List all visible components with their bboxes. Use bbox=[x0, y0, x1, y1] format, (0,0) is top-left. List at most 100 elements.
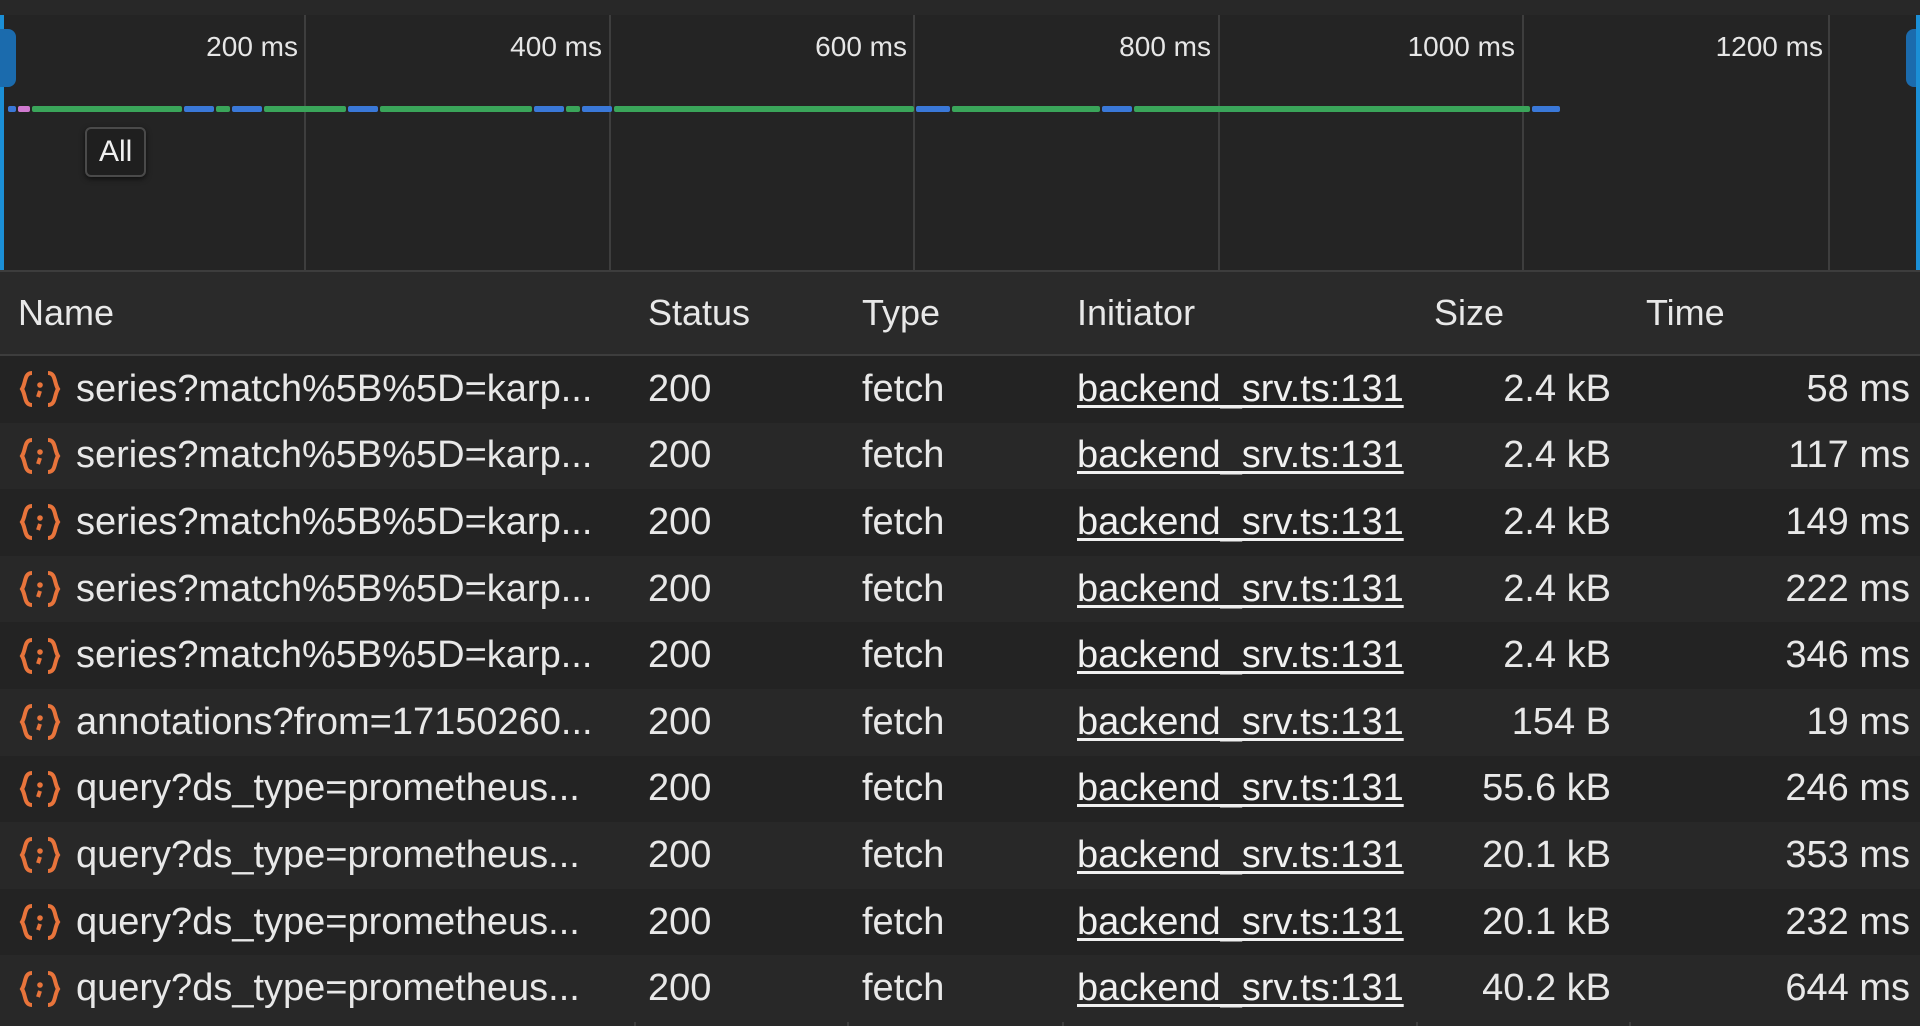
column-header-type[interactable]: Type bbox=[862, 272, 1062, 354]
initiator-link[interactable]: backend_srv.ts:131 bbox=[1077, 501, 1404, 544]
table-row[interactable]: series?match%5B%5D=karp... 200 fetch bac… bbox=[0, 555, 1920, 623]
time-cell: 232 ms bbox=[1785, 900, 1910, 943]
status-cell: 200 bbox=[648, 367, 712, 410]
status-cell: 200 bbox=[648, 500, 712, 543]
status-cell: 200 bbox=[648, 567, 712, 610]
size-cell: 154 B bbox=[1511, 700, 1611, 743]
initiator-link[interactable]: backend_srv.ts:131 bbox=[1077, 568, 1404, 611]
time-cell: 117 ms bbox=[1788, 434, 1910, 477]
grid-line bbox=[609, 15, 611, 270]
column-header-size[interactable]: Size bbox=[1418, 272, 1614, 354]
time-cell: 19 ms bbox=[1806, 700, 1910, 743]
column-header-status[interactable]: Status bbox=[648, 272, 848, 354]
request-name: query?ds_type=prometheus... bbox=[76, 833, 580, 876]
size-cell: 2.4 kB bbox=[1503, 634, 1611, 677]
initiator-link[interactable]: backend_srv.ts:131 bbox=[1077, 834, 1404, 877]
fetch-icon bbox=[19, 437, 61, 474]
table-row[interactable]: query?ds_type=prometheus... 200 fetch ba… bbox=[0, 755, 1920, 823]
range-end-line bbox=[1916, 15, 1920, 270]
tick-label: 1000 ms bbox=[1407, 31, 1515, 62]
time-cell: 346 ms bbox=[1785, 634, 1910, 677]
name-cell[interactable]: series?match%5B%5D=karp... bbox=[0, 489, 634, 556]
status-cell: 200 bbox=[648, 833, 712, 876]
timeline-segment bbox=[1134, 106, 1530, 112]
initiator-cell: backend_srv.ts:131 bbox=[1077, 689, 1417, 756]
name-cell[interactable]: series?match%5B%5D=karp... bbox=[0, 622, 634, 689]
status-cell: 200 bbox=[648, 434, 712, 477]
initiator-link[interactable]: backend_srv.ts:131 bbox=[1077, 767, 1404, 810]
initiator-cell: backend_srv.ts:131 bbox=[1077, 756, 1417, 823]
timeline-segment bbox=[566, 106, 580, 112]
name-cell[interactable]: query?ds_type=prometheus... bbox=[0, 889, 634, 956]
size-cell: 20.1 kB bbox=[1482, 833, 1611, 876]
request-name: series?match%5B%5D=karp... bbox=[76, 500, 593, 543]
table-row[interactable]: series?match%5B%5D=karp... 200 fetch bac… bbox=[0, 356, 1920, 423]
time-cell: 644 ms bbox=[1785, 967, 1910, 1010]
size-cell: 2.4 kB bbox=[1503, 567, 1611, 610]
fetch-icon bbox=[19, 904, 61, 941]
table-row[interactable]: series?match%5B%5D=karp... 200 fetch bac… bbox=[0, 422, 1920, 490]
initiator-link[interactable]: backend_srv.ts:131 bbox=[1077, 434, 1404, 477]
tick-label: 600 ms bbox=[815, 31, 907, 62]
initiator-cell: backend_srv.ts:131 bbox=[1077, 955, 1417, 1022]
type-cell: fetch bbox=[862, 434, 945, 477]
table-row[interactable]: annotations?from=17150260... 200 fetch b… bbox=[0, 688, 1920, 756]
initiator-link[interactable]: backend_srv.ts:131 bbox=[1077, 701, 1404, 744]
table-row[interactable]: series?match%5B%5D=karp... 200 fetch bac… bbox=[0, 622, 1920, 689]
initiator-link[interactable]: backend_srv.ts:131 bbox=[1077, 634, 1404, 677]
initiator-cell: backend_srv.ts:131 bbox=[1077, 423, 1417, 490]
column-header-name[interactable]: Name bbox=[0, 272, 634, 354]
size-cell: 2.4 kB bbox=[1503, 367, 1611, 410]
timeline-segment bbox=[348, 106, 378, 112]
timeline-segment bbox=[232, 106, 262, 112]
table-row[interactable]: query?ds_type=prometheus... 200 fetch ba… bbox=[0, 955, 1920, 1022]
fetch-icon bbox=[19, 637, 61, 674]
type-cell: fetch bbox=[862, 367, 945, 410]
table-body: series?match%5B%5D=karp... 200 fetch bac… bbox=[0, 356, 1920, 1022]
time-cell: 246 ms bbox=[1785, 767, 1910, 810]
type-cell: fetch bbox=[862, 634, 945, 677]
initiator-link[interactable]: backend_srv.ts:131 bbox=[1077, 967, 1404, 1010]
name-cell[interactable]: series?match%5B%5D=karp... bbox=[0, 356, 634, 423]
timeline-segment bbox=[614, 106, 914, 112]
name-cell[interactable]: series?match%5B%5D=karp... bbox=[0, 556, 634, 623]
column-header-time[interactable]: Time bbox=[1632, 272, 1912, 354]
status-cell: 200 bbox=[648, 634, 712, 677]
grid-line bbox=[1522, 15, 1524, 270]
timeline-segment bbox=[184, 106, 214, 112]
size-cell: 20.1 kB bbox=[1482, 900, 1611, 943]
fetch-icon bbox=[19, 704, 61, 741]
range-start-handle[interactable] bbox=[0, 29, 16, 87]
initiator-cell: backend_srv.ts:131 bbox=[1077, 356, 1417, 423]
table-header: Name Status Type Initiator Size Time bbox=[0, 270, 1920, 356]
name-cell[interactable]: series?match%5B%5D=karp... bbox=[0, 423, 634, 490]
initiator-cell: backend_srv.ts:131 bbox=[1077, 822, 1417, 889]
time-cell: 149 ms bbox=[1785, 500, 1910, 543]
initiator-link[interactable]: backend_srv.ts:131 bbox=[1077, 901, 1404, 944]
name-cell[interactable]: annotations?from=17150260... bbox=[0, 689, 634, 756]
network-overview-timeline[interactable]: 200 ms 400 ms 600 ms 800 ms 1000 ms 1200… bbox=[0, 15, 1920, 270]
request-name: series?match%5B%5D=karp... bbox=[76, 634, 593, 677]
timeline-segment bbox=[380, 106, 532, 112]
timeline-segment bbox=[8, 106, 16, 112]
table-row[interactable]: query?ds_type=prometheus... 200 fetch ba… bbox=[0, 888, 1920, 956]
tooltip: All bbox=[85, 127, 147, 177]
size-cell: 2.4 kB bbox=[1503, 434, 1611, 477]
status-cell: 200 bbox=[648, 900, 712, 943]
initiator-link[interactable]: backend_srv.ts:131 bbox=[1077, 368, 1404, 411]
request-name: annotations?from=17150260... bbox=[76, 700, 593, 743]
grid-line bbox=[304, 15, 306, 270]
timeline-segment bbox=[216, 106, 230, 112]
tick-label: 200 ms bbox=[206, 31, 298, 62]
fetch-icon bbox=[19, 837, 61, 874]
table-row[interactable]: query?ds_type=prometheus... 200 fetch ba… bbox=[0, 822, 1920, 889]
size-cell: 2.4 kB bbox=[1503, 500, 1611, 543]
name-cell[interactable]: query?ds_type=prometheus... bbox=[0, 955, 634, 1022]
name-cell[interactable]: query?ds_type=prometheus... bbox=[0, 822, 634, 889]
table-row[interactable]: series?match%5B%5D=karp... 200 fetch bac… bbox=[0, 489, 1920, 556]
timeline-segment bbox=[32, 106, 182, 112]
column-header-initiator[interactable]: Initiator bbox=[1077, 272, 1417, 354]
size-cell: 40.2 kB bbox=[1482, 967, 1611, 1010]
initiator-cell: backend_srv.ts:131 bbox=[1077, 889, 1417, 956]
name-cell[interactable]: query?ds_type=prometheus... bbox=[0, 756, 634, 823]
